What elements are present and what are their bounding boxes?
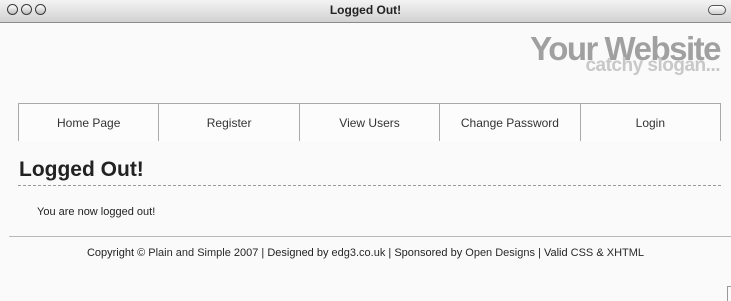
footer-year-text: 2007 | Designed by [230, 247, 332, 259]
toolbar-toggle-icon[interactable] [708, 5, 726, 15]
nav-item-register[interactable]: Register [159, 104, 300, 141]
footer: Copyright © Plain and Simple 2007 | Desi… [0, 247, 731, 259]
css-validation-link[interactable]: CSS [571, 247, 594, 259]
xhtml-validation-link[interactable]: XHTML [607, 247, 644, 259]
main-navigation: Home Page Register View Users Change Pas… [18, 103, 721, 141]
plain-and-simple-link[interactable]: Plain and Simple [148, 247, 231, 259]
nav-item-change-password[interactable]: Change Password [440, 104, 581, 141]
sponsored-by-text: | Sponsored by [385, 247, 466, 259]
window-titlebar: Logged Out! [0, 0, 731, 23]
ampersand-text: & [593, 247, 607, 259]
valid-text: | Valid [534, 247, 571, 259]
page-content: Your Website catchy slogan... Home Page … [0, 23, 731, 301]
nav-item-login[interactable]: Login [581, 104, 720, 141]
edg3-link[interactable]: edg3.co.uk [332, 247, 386, 259]
site-logo[interactable]: Your Website catchy slogan... [530, 32, 721, 75]
copyright-prefix: Copyright © [86, 247, 149, 259]
browser-window: Logged Out! Your Website catchy slogan..… [0, 0, 731, 301]
nav-item-home-page[interactable]: Home Page [19, 104, 160, 141]
page-heading: Logged Out! [19, 158, 144, 181]
heading-divider [18, 185, 721, 186]
nav-item-view-users[interactable]: View Users [300, 104, 441, 141]
logout-message: You are now logged out! [37, 206, 156, 218]
footer-divider [9, 236, 731, 237]
resize-handle[interactable] [727, 286, 731, 301]
window-title: Logged Out! [329, 3, 402, 17]
open-designs-link[interactable]: Open Designs [465, 247, 535, 259]
